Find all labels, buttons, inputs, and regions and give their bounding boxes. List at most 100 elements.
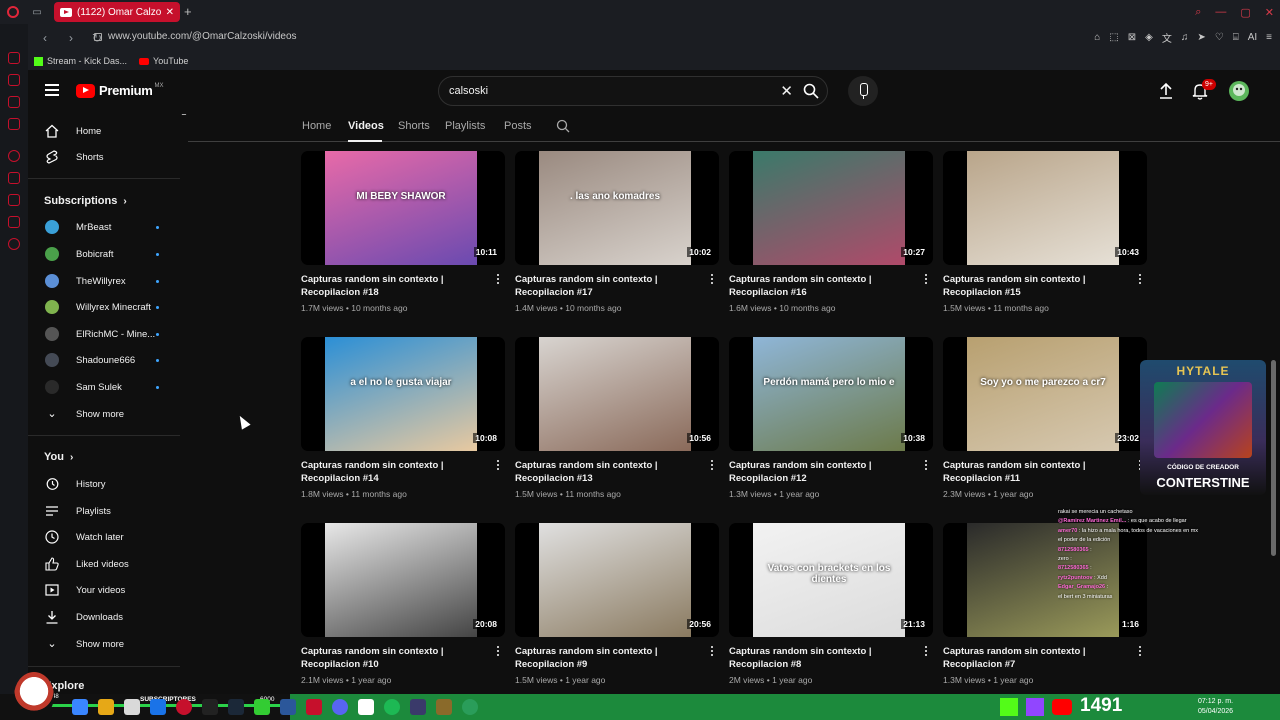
tab-posts[interactable]: Posts — [504, 120, 532, 132]
video-thumbnail[interactable]: a el no le gusta viajar 10:08 — [301, 337, 505, 451]
video-card[interactable]: MI BEBY SHAWOR 10:11 Capturas random sin c… — [301, 151, 505, 321]
sidebar-item-liked-videos[interactable]: Liked videos — [28, 551, 178, 577]
sidebar-sub-thewillyrex[interactable]: TheWillyrex — [28, 268, 178, 294]
you-show-more[interactable]: ⌄ Show more — [28, 631, 178, 657]
video-title[interactable]: Capturas random sin contexto | Recopilac… — [515, 459, 705, 485]
video-card[interactable]: 10:43 Capturas random sin contexto | Reco… — [943, 151, 1147, 321]
video-title[interactable]: Capturas random sin contexto | Recopilac… — [943, 459, 1133, 485]
steam-icon[interactable] — [228, 699, 244, 715]
bookmark-kick[interactable]: Stream - Kick Das... — [34, 56, 127, 66]
search-tabs-icon[interactable]: ⌕ — [1195, 6, 1201, 19]
xbox-icon[interactable] — [462, 699, 478, 715]
video-card[interactable]: 20:56 Capturas random sin contexto | Reco… — [515, 523, 719, 693]
video-card[interactable]: a el no le gusta viajar 10:08 Capturas ran… — [301, 337, 505, 507]
sidebar-item-downloads[interactable]: Downloads — [28, 604, 178, 630]
download-rail-icon[interactable] — [8, 194, 20, 206]
video-menu-icon[interactable] — [711, 274, 714, 285]
chrome-icon[interactable] — [72, 699, 88, 715]
video-menu-icon[interactable] — [1139, 274, 1142, 285]
video-card[interactable]: Perdón mamá pero lo mio e 10:38 Capturas r… — [729, 337, 933, 507]
tab-workspaces-icon[interactable]: ▭ — [26, 0, 48, 24]
video-thumbnail[interactable]: 10:56 — [515, 337, 719, 451]
settings-rail-icon[interactable] — [8, 238, 20, 250]
video-card[interactable]: . las ano komadres 10:02 Capturas random s… — [515, 151, 719, 321]
menu-icon[interactable]: ≡ — [1266, 32, 1272, 43]
video-title[interactable]: Capturas random sin contexto | Recopilac… — [729, 459, 919, 485]
sidebar-item-your-videos[interactable]: Your videos — [28, 577, 178, 603]
address-bar[interactable]: www.youtube.com/@OmarCalzoski/videos — [94, 31, 297, 42]
share-upload-icon[interactable] — [1158, 82, 1174, 100]
translate-icon[interactable]: 文 — [1162, 30, 1172, 45]
tab-close-icon[interactable]: ✕ — [166, 7, 174, 18]
channel-search-icon[interactable] — [556, 119, 570, 133]
tab-home[interactable]: Home — [302, 120, 331, 132]
send-icon[interactable]: ➤ — [1197, 32, 1205, 43]
obs-icon[interactable] — [202, 699, 218, 715]
video-thumbnail[interactable]: Perdón mamá pero lo mio e 10:38 — [729, 337, 933, 451]
sidebar-item-watch-later[interactable]: Watch later — [28, 524, 178, 550]
search-icon[interactable] — [803, 83, 819, 99]
video-card[interactable]: 10:56 Capturas random sin contexto | Reco… — [515, 337, 719, 507]
video-thumbnail[interactable]: . las ano komadres 10:02 — [515, 151, 719, 265]
video-menu-icon[interactable] — [497, 460, 500, 471]
video-menu-icon[interactable] — [497, 274, 500, 285]
file-explorer-icon[interactable] — [98, 699, 114, 715]
video-title[interactable]: Capturas random sin contexto | Recopilac… — [943, 273, 1133, 299]
discord-icon[interactable] — [332, 699, 348, 715]
voice-search-icon[interactable] — [848, 76, 878, 106]
video-card[interactable]: Vatos con brackets en los dientes 21:13 Ca… — [729, 523, 933, 693]
snapshot-icon[interactable]: ⌂ — [1094, 32, 1100, 43]
opera-icon[interactable] — [176, 699, 192, 715]
outlook-icon[interactable] — [150, 699, 166, 715]
guide-menu-icon[interactable] — [45, 84, 59, 96]
video-menu-icon[interactable] — [711, 646, 714, 657]
clear-search-icon[interactable]: ✕ — [780, 82, 793, 100]
video-title[interactable]: Capturas random sin contexto | Recopilac… — [301, 459, 491, 485]
forward-icon[interactable]: › — [62, 31, 80, 45]
opera-logo-icon[interactable] — [0, 0, 26, 24]
search-input[interactable] — [449, 85, 759, 97]
account-avatar[interactable] — [1229, 81, 1249, 101]
extensions-rail-icon[interactable] — [8, 216, 20, 228]
video-menu-icon[interactable] — [925, 460, 928, 471]
video-thumbnail[interactable]: Soy yo o me parezco a cr7 23:02 — [943, 337, 1147, 451]
video-card[interactable]: Soy yo o me parezco a cr7 23:02 Capturas r… — [943, 337, 1147, 507]
back-icon[interactable]: ‹ — [36, 31, 54, 45]
video-menu-icon[interactable] — [925, 646, 928, 657]
video-thumbnail[interactable]: 10:43 — [943, 151, 1147, 265]
sidebar-item-home[interactable]: Home — [28, 118, 178, 144]
spotify-icon[interactable] — [384, 699, 400, 715]
notion-icon[interactable] — [358, 699, 374, 715]
sidebar-sub-willyrex-minecraft[interactable]: Willyrex Minecraft — [28, 294, 178, 320]
sidebar-sub-bobicraft[interactable]: Bobicraft — [28, 241, 178, 267]
close-window-icon[interactable]: ✕ — [1265, 6, 1274, 19]
search-bar[interactable]: ✕ — [438, 76, 828, 106]
minecraft-icon[interactable] — [254, 699, 270, 715]
bookmark-youtube[interactable]: YouTube — [139, 56, 188, 66]
sidebar-item-playlists[interactable]: Playlists — [28, 498, 178, 524]
game-icon[interactable] — [436, 699, 452, 715]
instagram-rail-icon[interactable] — [8, 118, 20, 130]
page-scrollbar[interactable] — [1271, 360, 1276, 556]
sidebar-item-shorts[interactable]: Shorts — [28, 144, 178, 170]
tab-videos[interactable]: Videos — [348, 120, 384, 132]
video-card[interactable]: 20:08 Capturas random sin contexto | Reco… — [301, 523, 505, 693]
video-thumbnail[interactable]: 10:27 — [729, 151, 933, 265]
music-icon[interactable]: ♫ — [1181, 32, 1189, 43]
sidebar-sub-sam-sulek[interactable]: Sam Sulek — [28, 374, 178, 400]
adblock-icon[interactable]: ⊠ — [1128, 32, 1136, 43]
record-rail-icon[interactable] — [8, 150, 20, 162]
app-icon[interactable] — [410, 699, 426, 715]
word-icon[interactable] — [280, 699, 296, 715]
bag-rail-icon[interactable] — [8, 74, 20, 86]
video-title[interactable]: Capturas random sin contexto | Recopilac… — [301, 645, 491, 671]
subscriptions-show-more[interactable]: ⌄ Show more — [28, 401, 178, 427]
video-thumbnail[interactable]: 20:56 — [515, 523, 719, 637]
shield-icon[interactable]: ◈ — [1145, 32, 1153, 43]
messenger-rail-icon[interactable] — [8, 96, 20, 108]
aria-ai-icon[interactable]: AI — [1248, 32, 1257, 43]
minimize-icon[interactable]: — — [1215, 6, 1226, 18]
system-clock[interactable]: 07:12 p. m. 05/04/2026 — [1198, 697, 1233, 717]
bookmark-rail-icon[interactable] — [8, 172, 20, 184]
video-card[interactable]: 10:27 Capturas random sin contexto | Reco… — [729, 151, 933, 321]
